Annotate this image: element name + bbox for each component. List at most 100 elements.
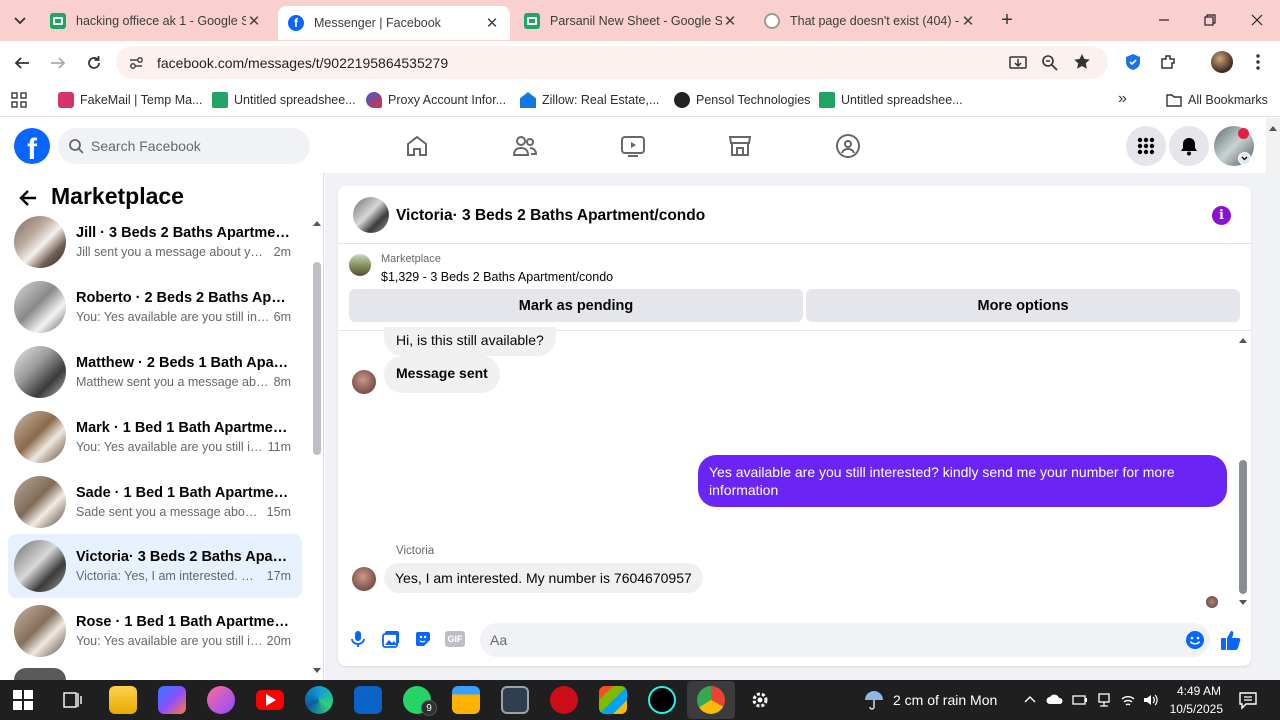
conversation-item[interactable]: Roberto · 2 Beds 2 Baths Apart... You: Y… — [8, 275, 302, 339]
facebook-logo[interactable]: f — [14, 128, 50, 164]
url-text[interactable]: facebook.com/messages/t/9022195864535279 — [157, 55, 448, 71]
new-tab-button[interactable]: + — [996, 9, 1018, 31]
conversation-item[interactable]: Sade · 1 Bed 1 Bath Apartment/c... Sade … — [8, 470, 302, 534]
chat-scroll-thumb[interactable] — [1239, 460, 1247, 594]
account-chevron-icon[interactable] — [1238, 152, 1251, 165]
bookmark-item[interactable]: Zillow: Real Estate,... — [520, 91, 659, 109]
minimize-button[interactable] — [1152, 8, 1176, 32]
tray-chevron-icon[interactable] — [1024, 695, 1036, 703]
notifications-button[interactable] — [1169, 126, 1209, 166]
weather-text[interactable]: 2 cm of rain Mon — [893, 692, 997, 708]
marketplace-icon[interactable] — [727, 133, 753, 159]
clock-time[interactable]: 4:49 AM — [1171, 684, 1221, 698]
close-icon[interactable]: ✕ — [246, 12, 262, 30]
conversation-item[interactable]: Jill · 3 Beds 2 Baths Apartment/... Jill… — [8, 210, 302, 274]
zoom-icon[interactable] — [1040, 53, 1060, 73]
close-icon[interactable]: ✕ — [960, 12, 976, 30]
contact-avatar[interactable] — [352, 567, 376, 591]
scroll-up-icon[interactable] — [1238, 337, 1248, 344]
volume-icon[interactable] — [1142, 692, 1158, 708]
conversation-item-partial[interactable] — [14, 668, 66, 680]
badge-app-icon[interactable] — [452, 686, 480, 714]
app-icon[interactable] — [501, 686, 529, 714]
sticker-icon[interactable] — [414, 630, 432, 648]
more-options-button[interactable]: More options — [806, 289, 1240, 322]
copilot-icon[interactable] — [158, 686, 186, 714]
file-explorer-icon[interactable] — [109, 686, 137, 714]
profile-avatar[interactable] — [1211, 51, 1233, 73]
close-icon[interactable]: ✕ — [484, 14, 500, 32]
outlook-icon[interactable] — [354, 686, 382, 714]
task-view-icon[interactable] — [62, 690, 82, 710]
bookmark-item[interactable]: Untitled spreadshee... — [819, 91, 963, 109]
message-input[interactable]: Aa — [480, 623, 1210, 657]
restore-button[interactable] — [1198, 8, 1222, 32]
emoji-icon[interactable] — [1185, 630, 1205, 650]
bookmark-item[interactable]: Untitled spreadshee... — [212, 91, 356, 109]
contact-avatar[interactable] — [352, 370, 376, 394]
scroll-up-icon[interactable] — [1268, 124, 1278, 132]
bookmark-item[interactable]: FakeMail | Temp Ma... — [58, 91, 203, 109]
back-arrow-button[interactable] — [16, 186, 40, 210]
home-icon[interactable] — [404, 133, 430, 159]
conversation-item-active[interactable]: Victoria· 3 Beds 2 Baths Apartm... Victo… — [8, 534, 302, 598]
listing-text[interactable]: $1,329 - 3 Beds 2 Baths Apartment/condo — [381, 270, 613, 284]
site-settings-icon[interactable] — [126, 53, 146, 73]
scroll-up-icon[interactable] — [312, 220, 322, 227]
notification-center-icon[interactable] — [1238, 690, 1258, 710]
microsoft-store-icon[interactable] — [599, 686, 627, 714]
conversation-item[interactable]: Mark · 1 Bed 1 Bath Apartment/... You: Y… — [8, 405, 302, 469]
address-bar[interactable]: facebook.com/messages/t/9022195864535279 — [116, 46, 1108, 79]
chrome-icon[interactable] — [697, 686, 725, 714]
more-bookmarks-icon[interactable]: » — [1118, 90, 1127, 108]
browser-menu-icon[interactable] — [1248, 52, 1268, 72]
onedrive-cloud-icon[interactable] — [1046, 693, 1064, 705]
clock-date[interactable]: 10/5/2025 — [1161, 702, 1223, 716]
apps-icon[interactable] — [11, 92, 27, 108]
conversation-item[interactable]: Rose · 1 Bed 1 Bath Apartment/c... You: … — [8, 599, 302, 663]
close-icon[interactable]: ✕ — [722, 12, 738, 30]
browser-tab-active[interactable]: f Messenger | Facebook ✕ — [278, 6, 510, 40]
friends-icon[interactable] — [512, 133, 538, 159]
close-window-button[interactable] — [1245, 8, 1269, 32]
paint-app-icon[interactable] — [207, 686, 235, 714]
battery-saver-icon[interactable] — [1072, 693, 1088, 707]
groups-icon[interactable] — [835, 133, 861, 159]
opera-icon[interactable] — [550, 686, 578, 714]
inbox-scroll-thumb[interactable] — [313, 262, 321, 455]
microphone-icon[interactable] — [349, 630, 367, 648]
chat-avatar[interactable] — [353, 197, 389, 233]
extensions-icon[interactable] — [1158, 52, 1178, 72]
scroll-down-icon[interactable] — [312, 667, 322, 674]
like-thumb-icon[interactable] — [1220, 629, 1242, 651]
install-app-icon[interactable] — [1008, 53, 1028, 73]
all-bookmarks-button[interactable]: All Bookmarks — [1166, 91, 1268, 109]
facebook-search-input[interactable]: Search Facebook — [58, 128, 310, 164]
info-icon[interactable]: i — [1212, 206, 1231, 225]
start-windows-icon[interactable] — [13, 690, 33, 710]
chat-title[interactable]: Victoria· 3 Beds 2 Baths Apartment/condo — [396, 207, 705, 225]
shield-extension-icon[interactable] — [1123, 52, 1143, 72]
edge-browser-icon[interactable] — [305, 686, 333, 714]
photo-icon[interactable] — [382, 630, 400, 648]
settings-gear-icon[interactable] — [750, 690, 770, 710]
network-device-icon[interactable] — [1096, 692, 1112, 708]
watch-video-icon[interactable] — [620, 133, 646, 159]
conversation-item[interactable]: Matthew · 2 Beds 1 Bath Apartm... Matthe… — [8, 340, 302, 404]
reload-button[interactable] — [82, 51, 106, 75]
bookmark-item[interactable]: Proxy Account Infor... — [366, 91, 506, 109]
weather-rain-icon[interactable] — [862, 688, 886, 712]
browser-tab[interactable]: Parsanil New Sheet - Google Sh ✕ — [514, 7, 748, 34]
bookmark-item[interactable]: Pensol Technologies — [674, 91, 810, 109]
menu-grid-button[interactable] — [1126, 126, 1166, 166]
back-button[interactable] — [10, 51, 34, 75]
bookmark-star-icon[interactable] — [1072, 52, 1092, 72]
browser-tab[interactable]: That page doesn't exist (404) - F ✕ — [754, 7, 986, 34]
tiktok-icon[interactable] — [648, 686, 676, 714]
mark-as-pending-button[interactable]: Mark as pending — [349, 289, 803, 322]
forward-button[interactable] — [46, 51, 70, 75]
wifi-icon[interactable] — [1120, 692, 1136, 708]
tab-search-button[interactable] — [8, 9, 32, 33]
scroll-down-icon[interactable] — [1238, 599, 1248, 606]
browser-tab[interactable]: hacking offiece ak 1 - Google Sh ✕ — [40, 7, 272, 34]
